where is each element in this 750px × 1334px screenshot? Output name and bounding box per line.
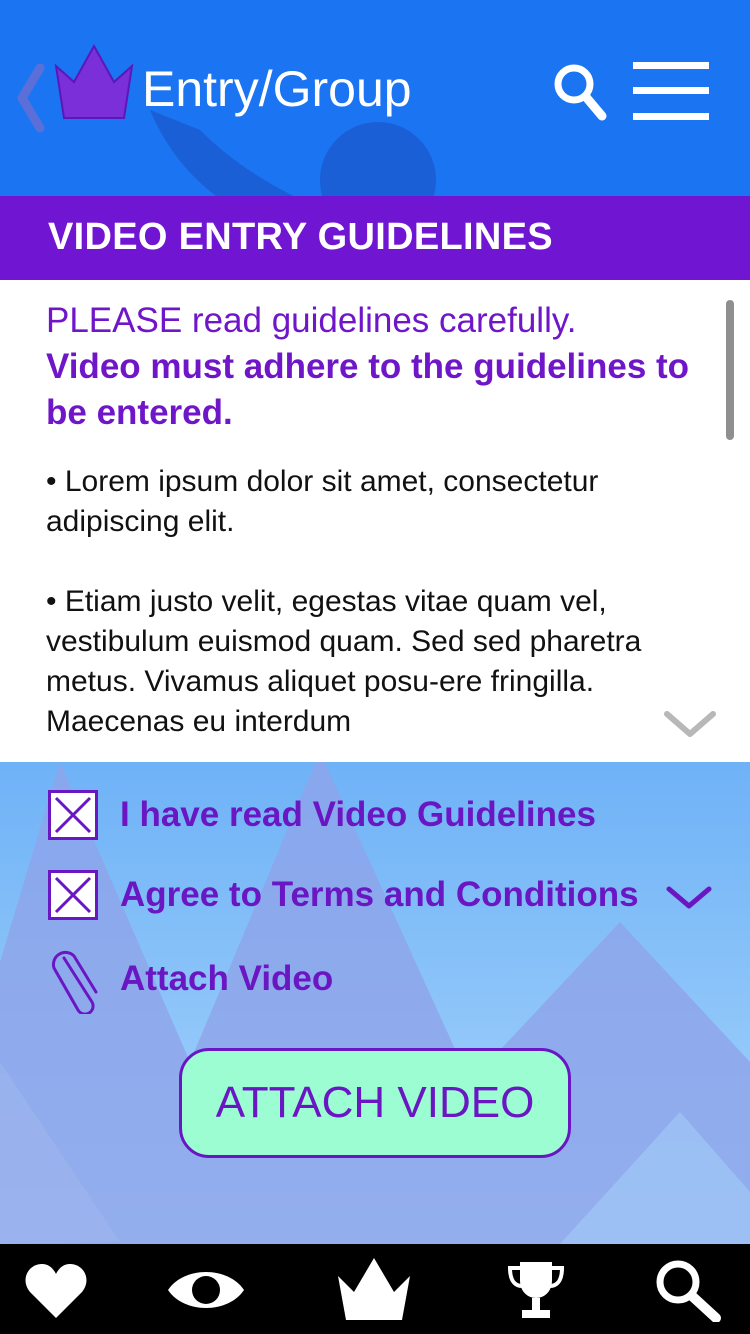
chevron-down-icon[interactable] — [666, 886, 712, 910]
section-title: VIDEO ENTRY GUIDELINES — [48, 216, 553, 258]
read-guidelines-checkbox[interactable] — [48, 790, 98, 840]
entry-actions-panel: I have read Video Guidelines Agree to Te… — [0, 762, 750, 1244]
guidelines-panel[interactable]: PLEASE read guidelines carefully. Video … — [0, 280, 750, 762]
agree-terms-label: Agree to Terms and Conditions — [120, 875, 639, 914]
section-header: VIDEO ENTRY GUIDELINES — [0, 196, 750, 280]
search-icon[interactable] — [552, 62, 608, 122]
agree-terms-checkbox[interactable] — [48, 870, 98, 920]
app-header: Entry/Group — [0, 0, 750, 196]
hamburger-menu-icon[interactable] — [633, 62, 709, 120]
chevron-down-icon[interactable] — [664, 710, 716, 738]
page-title: Entry/Group — [142, 61, 412, 117]
bottom-navigation — [0, 1244, 750, 1334]
read-guidelines-row[interactable]: I have read Video Guidelines — [48, 790, 596, 840]
trophy-icon[interactable] — [506, 1258, 566, 1322]
checkbox-x-icon — [54, 876, 92, 914]
guidelines-intro: PLEASE read guidelines carefully. Video … — [46, 298, 716, 436]
intro-regular-text: PLEASE read guidelines carefully. — [46, 301, 577, 340]
guideline-paragraph: • Etiam justo velit, egestas vitae quam … — [46, 585, 642, 738]
guideline-paragraph: • Lorem ipsum dolor sit amet, consectetu… — [46, 465, 599, 538]
attach-video-button[interactable]: ATTACH VIDEO — [179, 1048, 571, 1158]
brand-logo-icon[interactable] — [336, 1258, 412, 1322]
scrollbar[interactable] — [726, 300, 734, 440]
attach-video-label: Attach Video — [120, 959, 334, 998]
guidelines-body: • Lorem ipsum dolor sit amet, consectetu… — [46, 462, 696, 762]
read-guidelines-label: I have read Video Guidelines — [120, 795, 596, 834]
agree-terms-row[interactable]: Agree to Terms and Conditions — [48, 870, 639, 920]
checkbox-x-icon — [54, 796, 92, 834]
attach-video-row[interactable]: Attach Video — [48, 944, 333, 1014]
heart-icon[interactable] — [24, 1258, 88, 1322]
back-chevron-icon[interactable] — [14, 62, 48, 134]
paperclip-icon[interactable] — [48, 944, 106, 1014]
intro-bold-text: Video must adhere to the guidelines to b… — [46, 347, 690, 432]
search-icon[interactable] — [652, 1258, 722, 1322]
brand-logo-icon[interactable] — [52, 42, 136, 120]
eye-icon[interactable] — [166, 1258, 246, 1322]
